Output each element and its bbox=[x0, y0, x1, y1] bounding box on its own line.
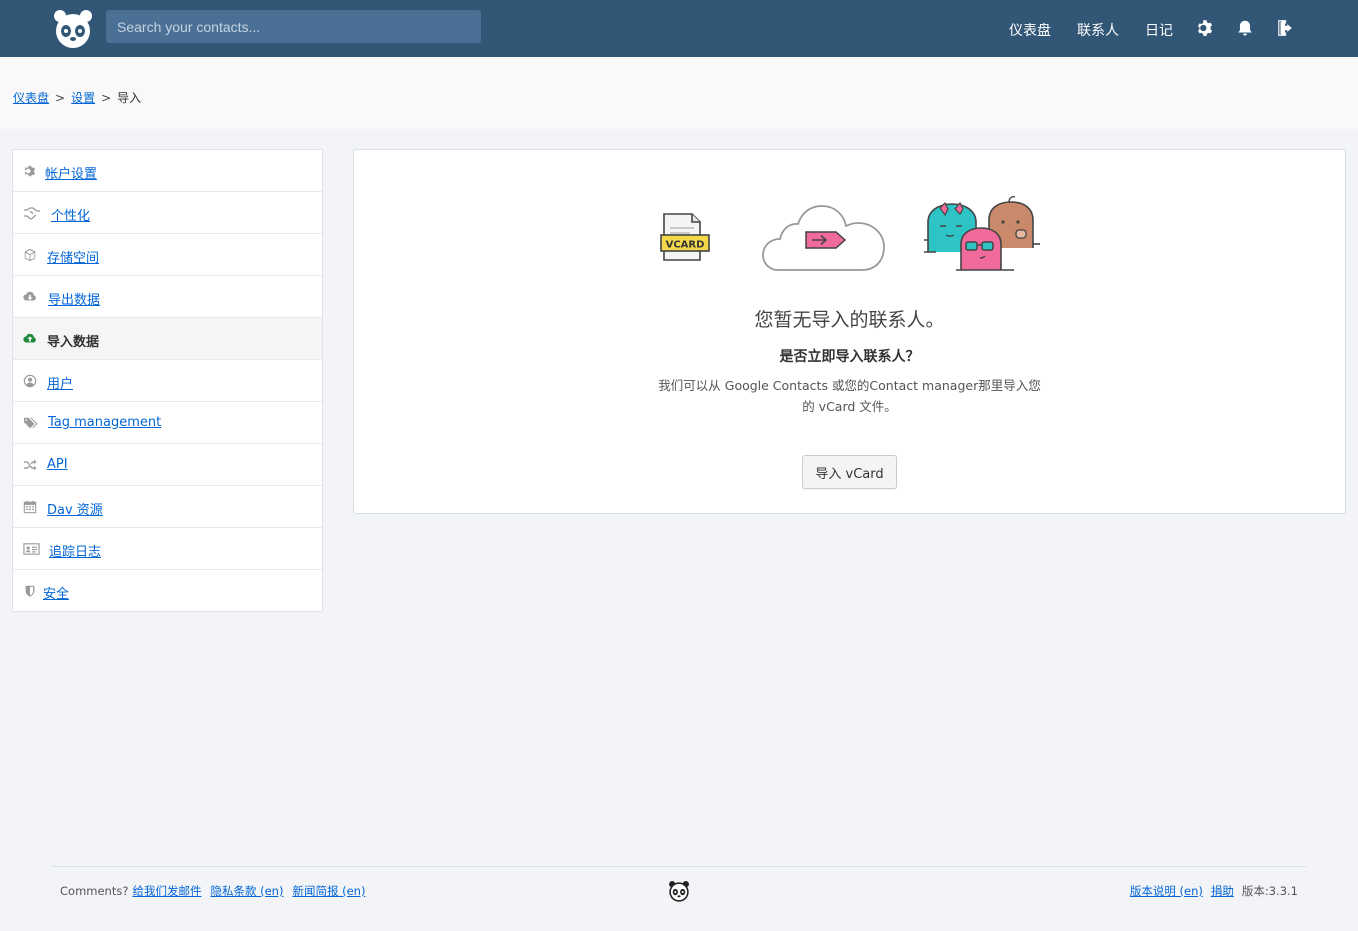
sidebar-item-label: Dav 资源 bbox=[47, 503, 103, 518]
footer-version: 版本:3.3.1 bbox=[1241, 884, 1298, 898]
empty-state-description-line: 我们可以从 Google Contacts 或您的Contact manager… bbox=[658, 378, 1041, 393]
search-input[interactable] bbox=[106, 10, 481, 43]
sidebar-item-users[interactable]: 用户 bbox=[13, 360, 322, 402]
import-vcard-button[interactable]: 导入 vCard bbox=[802, 455, 897, 489]
breadcrumb-dashboard-link[interactable]: 仪表盘 bbox=[13, 91, 49, 105]
top-navbar: 仪表盘 联系人 日记 bbox=[0, 0, 1358, 57]
gear-icon bbox=[24, 165, 36, 177]
sidebar-item-label: 导出数据 bbox=[48, 293, 101, 308]
footer-right: 版本说明 (en) 捐助 版本:3.3.1 bbox=[1130, 883, 1298, 899]
id-card-icon bbox=[23, 543, 40, 555]
breadcrumb-current: 导入 bbox=[117, 91, 142, 105]
sidebar-item-label: 追踪日志 bbox=[49, 545, 102, 560]
notification-bell-icon[interactable] bbox=[1236, 19, 1254, 37]
sidebar-item-label: 导入数据 bbox=[47, 335, 100, 350]
footer-comments-text: Comments? bbox=[60, 884, 129, 898]
nav-contacts-link[interactable]: 联系人 bbox=[1077, 20, 1119, 40]
breadcrumb-bar: 仪表盘 > 设置 > 导入 bbox=[0, 57, 1358, 129]
sidebar-item-label: 安全 bbox=[43, 587, 70, 602]
cloud-upload-icon bbox=[23, 333, 36, 343]
footer-release-notes-link[interactable]: 版本说明 (en) bbox=[1130, 884, 1203, 898]
empty-state-title: 您暂无导入的联系人。 bbox=[754, 309, 945, 331]
settings-sidebar: 帐户设置 个性化 存储空间 导出数据 导入数据 用户 Tag managemen… bbox=[12, 149, 323, 612]
shield-icon bbox=[25, 585, 35, 597]
sidebar-item-tag-management[interactable]: Tag management bbox=[13, 402, 322, 444]
breadcrumb-settings-link[interactable]: 设置 bbox=[71, 91, 95, 105]
footer-left: Comments? 给我们发邮件 隐私条款 (en) 新闻简报 (en) bbox=[60, 883, 365, 899]
box-icon bbox=[24, 248, 36, 262]
random-icon bbox=[23, 459, 37, 471]
handshake-icon bbox=[24, 207, 40, 220]
sidebar-item-audit-log[interactable]: 追踪日志 bbox=[13, 528, 322, 570]
footer-email-link[interactable]: 给我们发邮件 bbox=[132, 884, 201, 898]
sidebar-item-personalization[interactable]: 个性化 bbox=[13, 192, 322, 234]
sidebar-item-api[interactable]: API bbox=[13, 444, 322, 486]
footer-panda-logo-icon bbox=[669, 881, 689, 902]
import-empty-state-card: VCARD 您暂无导入的联系人。 是否立即导入联系人？ 我们可以从 Google… bbox=[353, 149, 1346, 514]
panda-logo-icon[interactable] bbox=[52, 8, 94, 50]
sidebar-item-label: 存储空间 bbox=[47, 251, 100, 266]
sidebar-item-import-data[interactable]: 导入数据 bbox=[13, 318, 322, 360]
sidebar-item-export-data[interactable]: 导出数据 bbox=[13, 276, 322, 318]
empty-state-description-line: 的 vCard 文件。 bbox=[802, 399, 897, 414]
vcard-file-icon: VCARD bbox=[660, 213, 710, 261]
footer-donate-link[interactable]: 捐助 bbox=[1211, 884, 1234, 898]
empty-state-description: 我们可以从 Google Contacts 或您的Contact manager… bbox=[649, 375, 1050, 417]
breadcrumb-separator: > bbox=[101, 91, 112, 105]
sidebar-item-storage[interactable]: 存储空间 bbox=[13, 234, 322, 276]
tags-icon bbox=[24, 417, 38, 429]
sidebar-item-dav-resources[interactable]: Dav 资源 bbox=[13, 486, 322, 528]
empty-state-subtitle: 是否立即导入联系人？ bbox=[779, 349, 920, 365]
cloud-download-icon bbox=[23, 291, 36, 301]
cloud-icon bbox=[762, 205, 885, 271]
calendar-icon bbox=[23, 500, 37, 514]
sidebar-item-account-settings[interactable]: 帐户设置 bbox=[13, 150, 322, 192]
footer-privacy-link[interactable]: 隐私条款 (en) bbox=[210, 884, 283, 898]
sidebar-item-security[interactable]: 安全 bbox=[13, 570, 322, 612]
footer-divider bbox=[52, 866, 1306, 867]
breadcrumb-separator: > bbox=[55, 91, 66, 105]
import-illustration: VCARD bbox=[660, 196, 1040, 271]
settings-gear-icon[interactable] bbox=[1196, 19, 1214, 37]
nav-dashboard-link[interactable]: 仪表盘 bbox=[1009, 20, 1051, 40]
svg-text:VCARD: VCARD bbox=[666, 240, 705, 251]
sidebar-item-label: 帐户设置 bbox=[45, 167, 98, 182]
breadcrumb: 仪表盘 > 设置 > 导入 bbox=[13, 89, 141, 106]
user-circle-icon bbox=[23, 374, 37, 388]
contacts-creatures-icon bbox=[924, 196, 1040, 271]
sidebar-item-label: 用户 bbox=[47, 377, 74, 392]
footer-newsletter-link[interactable]: 新闻简报 (en) bbox=[292, 884, 365, 898]
sidebar-item-label: Tag management bbox=[48, 415, 162, 430]
sidebar-item-label: API bbox=[47, 457, 68, 472]
sidebar-item-label: 个性化 bbox=[51, 209, 91, 224]
logout-icon[interactable] bbox=[1276, 19, 1294, 37]
nav-journal-link[interactable]: 日记 bbox=[1145, 20, 1173, 40]
